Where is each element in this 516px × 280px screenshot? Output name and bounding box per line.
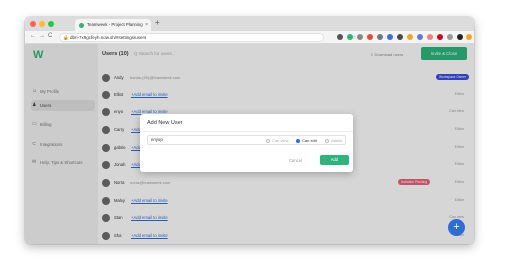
radio-icon	[266, 138, 270, 143]
menu-icon[interactable]	[466, 34, 472, 40]
divider	[140, 131, 353, 132]
radio-label: Can edit	[302, 138, 317, 143]
add-button[interactable]: Add	[320, 155, 349, 165]
extension-icon[interactable]	[437, 34, 443, 40]
close-tab-icon[interactable]: ×	[145, 19, 148, 31]
extension-icon[interactable]	[367, 34, 373, 40]
maximize-window-icon[interactable]	[48, 21, 54, 27]
reload-icon[interactable]: C	[48, 33, 52, 39]
add-user-fab[interactable]: +	[448, 219, 465, 236]
radio-label: Can view	[272, 138, 289, 143]
minimize-window-icon[interactable]	[39, 21, 45, 27]
radio-admin[interactable]: Admin	[325, 138, 342, 143]
extension-icon[interactable]	[427, 34, 433, 40]
extension-icon[interactable]	[347, 34, 353, 40]
extension-icon[interactable]	[397, 34, 403, 40]
forward-icon[interactable]: →	[39, 33, 45, 39]
extension-icon[interactable]	[337, 34, 343, 40]
extension-icon[interactable]	[387, 34, 393, 40]
back-icon[interactable]: ←	[30, 33, 36, 39]
name-input[interactable]: enyop Can view Can edit Admin	[147, 135, 346, 145]
radio-label: Admin	[331, 138, 343, 143]
tab-title: Teamweek - Project Planning	[87, 22, 143, 27]
add-user-dialog: Add New User enyop Can view Can edit Adm…	[140, 114, 353, 172]
address-bar-row: ← → C 🔒 dbri-7x9gcfeyh.now.sh/#settings/…	[25, 31, 474, 44]
extension-icon[interactable]	[377, 34, 383, 40]
browser-tab[interactable]: Teamweek - Project Planning ×	[75, 19, 151, 31]
profile-avatar-icon[interactable]	[457, 34, 463, 40]
extension-icon[interactable]	[407, 34, 413, 40]
radio-checked-icon	[296, 138, 300, 143]
cancel-button[interactable]: Cancel	[289, 158, 302, 163]
favicon-icon	[79, 22, 84, 28]
url-text: dbri-7x9gcfeyh.now.sh/#settings/users	[70, 35, 147, 40]
radio-can-edit[interactable]: Can edit	[296, 138, 317, 143]
radio-icon	[325, 138, 329, 143]
extension-icon[interactable]	[447, 34, 453, 40]
dialog-title: Add New User	[147, 120, 183, 126]
new-tab-button[interactable]: +	[155, 18, 160, 27]
url-input[interactable]: 🔒 dbri-7x9gcfeyh.now.sh/#settings/users …	[59, 33, 356, 42]
extension-icon[interactable]	[357, 34, 363, 40]
lock-icon: 🔒	[63, 35, 69, 40]
radio-can-view[interactable]: Can view	[266, 138, 288, 143]
extension-icon[interactable]	[417, 34, 423, 40]
browser-window: Teamweek - Project Planning × + ← → C 🔒 …	[25, 17, 474, 244]
tab-strip: Teamweek - Project Planning × +	[25, 17, 474, 31]
name-input-value: enyop	[151, 137, 163, 142]
close-window-icon[interactable]	[30, 21, 36, 27]
